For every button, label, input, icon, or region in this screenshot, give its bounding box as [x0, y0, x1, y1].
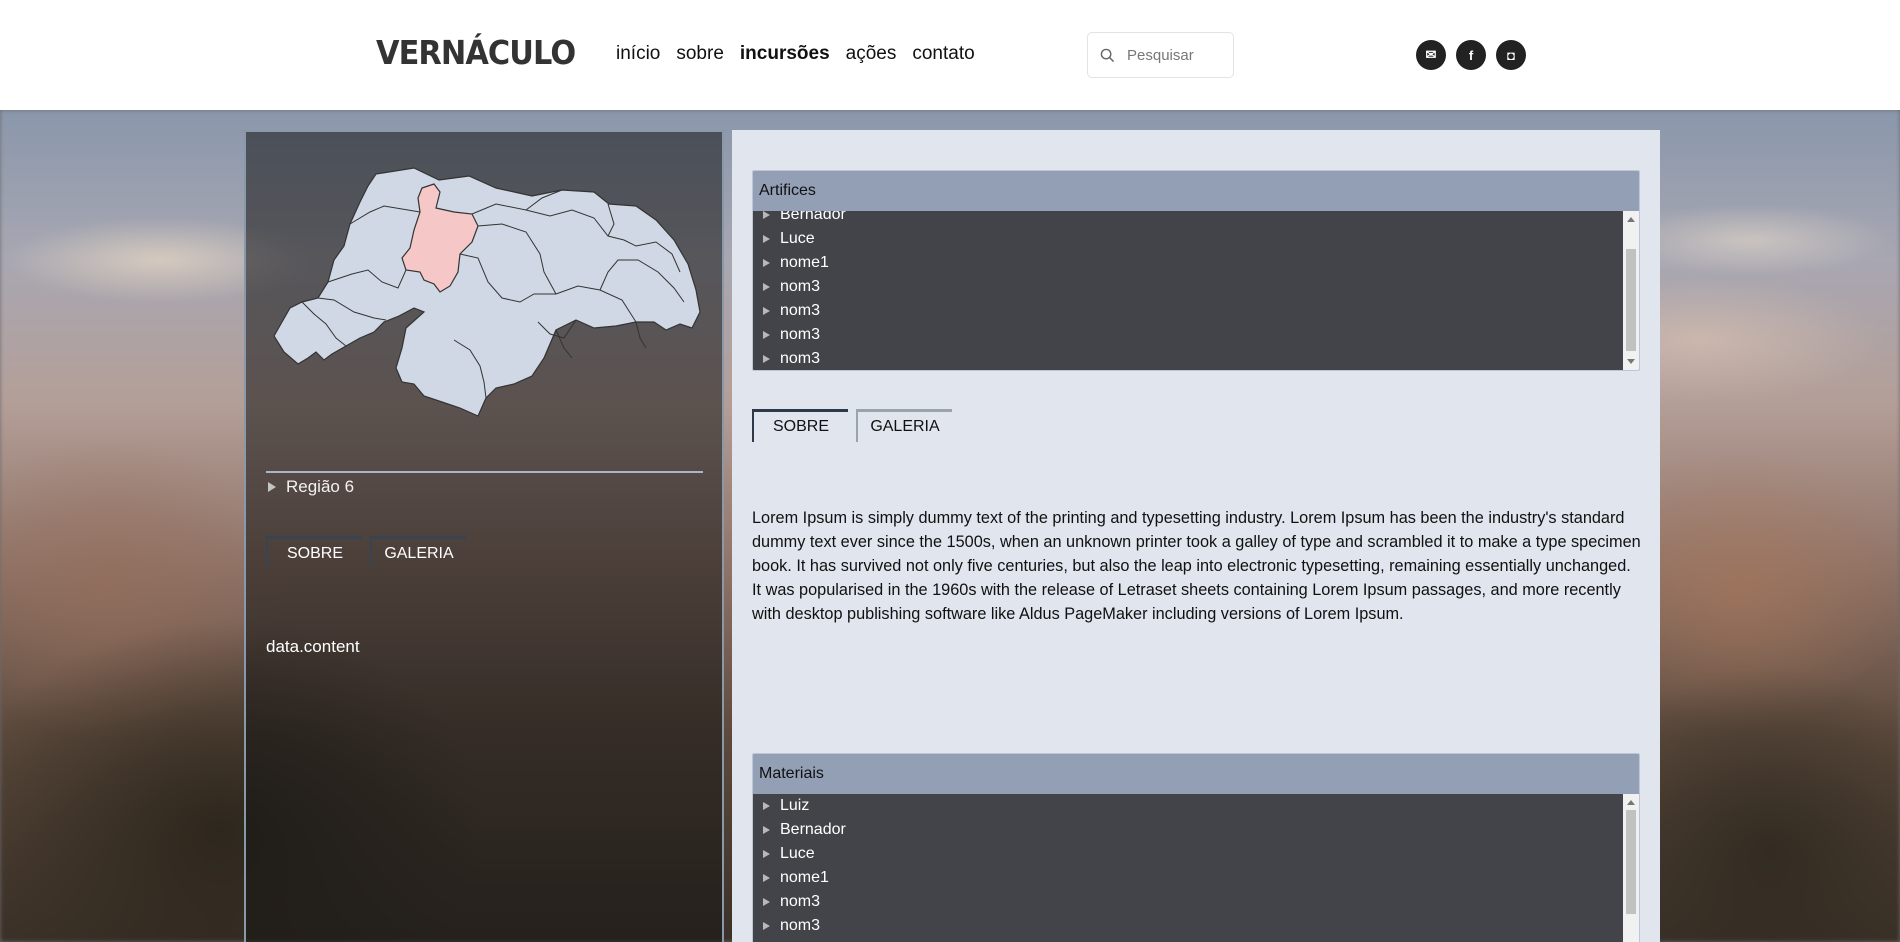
list-item[interactable]: nom3 — [763, 890, 846, 914]
expand-triangle-icon — [763, 898, 770, 906]
materiais-body[interactable]: Luiz Bernador Luce nome1 nom3 nom3 — [753, 794, 1639, 942]
region-map[interactable] — [264, 162, 706, 430]
expand-triangle-icon — [763, 850, 770, 858]
scroll-down-icon[interactable] — [1627, 359, 1635, 364]
scrollbar-thumb[interactable] — [1626, 810, 1636, 914]
list-item[interactable]: nome1 — [763, 251, 846, 275]
list-item[interactable]: nom3 — [763, 347, 846, 370]
left-tabs: SOBRE GALERIA — [266, 536, 466, 568]
expand-triangle-icon — [763, 211, 770, 219]
right-tabs: SOBRE GALERIA — [752, 409, 952, 442]
search-input[interactable] — [1127, 46, 1227, 64]
expand-triangle-icon — [268, 482, 276, 492]
nav-link-contato[interactable]: contato — [912, 43, 974, 65]
map-state-outline[interactable] — [273, 167, 701, 417]
region-content: data.content — [266, 637, 360, 656]
list-item[interactable]: Luiz — [763, 794, 846, 818]
region-label: Região 6 — [286, 477, 355, 496]
list-item[interactable]: Luce — [763, 227, 846, 251]
expand-triangle-icon — [763, 802, 770, 810]
nav-link-sobre[interactable]: sobre — [676, 43, 724, 65]
list-item[interactable]: nom3 — [763, 323, 846, 347]
main-nav: início sobre incursões ações contato — [616, 43, 975, 65]
expand-triangle-icon — [763, 235, 770, 243]
artifices-body[interactable]: Bernador Luce nome1 nom3 nom3 nom3 nom3 — [753, 211, 1639, 370]
list-item-label: Luce — [780, 845, 815, 862]
list-item-label: Luce — [780, 230, 815, 247]
list-item-label: nom3 — [780, 302, 821, 319]
tab-galeria-left[interactable]: GALERIA — [370, 536, 466, 568]
expand-triangle-icon — [763, 259, 770, 267]
list-item-label: Luiz — [780, 797, 810, 814]
site-header: VERNÁCULO início sobre incursões ações c… — [0, 0, 1900, 110]
region-panel: Região 6 SOBRE GALERIA data.content — [244, 130, 724, 942]
artifices-list: Artifices Bernador Luce nome1 nom3 nom3 … — [752, 170, 1640, 371]
nav-link-incursoes[interactable]: incursões — [740, 43, 830, 65]
search-icon — [1100, 48, 1115, 62]
list-item[interactable]: Luce — [763, 842, 846, 866]
expand-triangle-icon — [763, 826, 770, 834]
list-item-label: nom3 — [780, 350, 821, 367]
list-item-label: nome1 — [780, 869, 829, 886]
expand-triangle-icon — [763, 283, 770, 291]
expand-triangle-icon — [763, 307, 770, 315]
artifices-header: Artifices — [753, 171, 1639, 211]
artifices-scrollbar[interactable] — [1623, 211, 1639, 370]
list-item[interactable]: Bernador — [763, 211, 846, 227]
list-item[interactable]: Bernador — [763, 818, 846, 842]
list-item[interactable]: nom3 — [763, 914, 846, 938]
mail-icon[interactable]: ✉ — [1416, 40, 1446, 70]
list-item-label: nom3 — [780, 278, 821, 295]
list-item-label: Bernador — [780, 211, 846, 223]
list-item[interactable]: nome1 — [763, 866, 846, 890]
list-item-label: nom3 — [780, 893, 821, 910]
materiais-list: Materiais Luiz Bernador Luce nome1 nom3 … — [752, 753, 1640, 942]
details-panel: Artifices Bernador Luce nome1 nom3 nom3 … — [732, 130, 1660, 942]
list-item[interactable]: nom3 — [763, 299, 846, 323]
scrollbar-thumb[interactable] — [1626, 249, 1636, 351]
materiais-scrollbar[interactable] — [1623, 794, 1639, 942]
instagram-icon[interactable]: ◘ — [1496, 40, 1526, 70]
expand-triangle-icon — [763, 922, 770, 930]
nav-link-inicio[interactable]: início — [616, 43, 660, 65]
facebook-icon[interactable]: f — [1456, 40, 1486, 70]
expand-triangle-icon — [763, 874, 770, 882]
list-item-label: nom3 — [780, 326, 821, 343]
expand-triangle-icon — [763, 355, 770, 363]
search-box[interactable] — [1087, 32, 1234, 78]
tab-sobre[interactable]: SOBRE — [752, 409, 848, 442]
region-toggle[interactable]: Região 6 — [268, 477, 354, 497]
list-item-label: nome1 — [780, 254, 829, 271]
tab-sobre-left[interactable]: SOBRE — [266, 536, 362, 568]
social-links: ✉ f ◘ — [1416, 40, 1526, 70]
scroll-up-icon[interactable] — [1627, 800, 1635, 805]
materiais-header: Materiais — [753, 754, 1639, 794]
tab-galeria[interactable]: GALERIA — [856, 409, 952, 442]
list-item[interactable]: nom3 — [763, 275, 846, 299]
expand-triangle-icon — [763, 331, 770, 339]
site-logo[interactable]: VERNÁCULO — [376, 33, 576, 72]
list-item-label: Bernador — [780, 821, 846, 838]
nav-link-acoes[interactable]: ações — [846, 43, 897, 65]
region-divider — [266, 471, 703, 473]
scroll-up-icon[interactable] — [1627, 217, 1635, 222]
list-item-label: nom3 — [780, 917, 821, 934]
description-paragraph: Lorem Ipsum is simply dummy text of the … — [752, 509, 1641, 623]
